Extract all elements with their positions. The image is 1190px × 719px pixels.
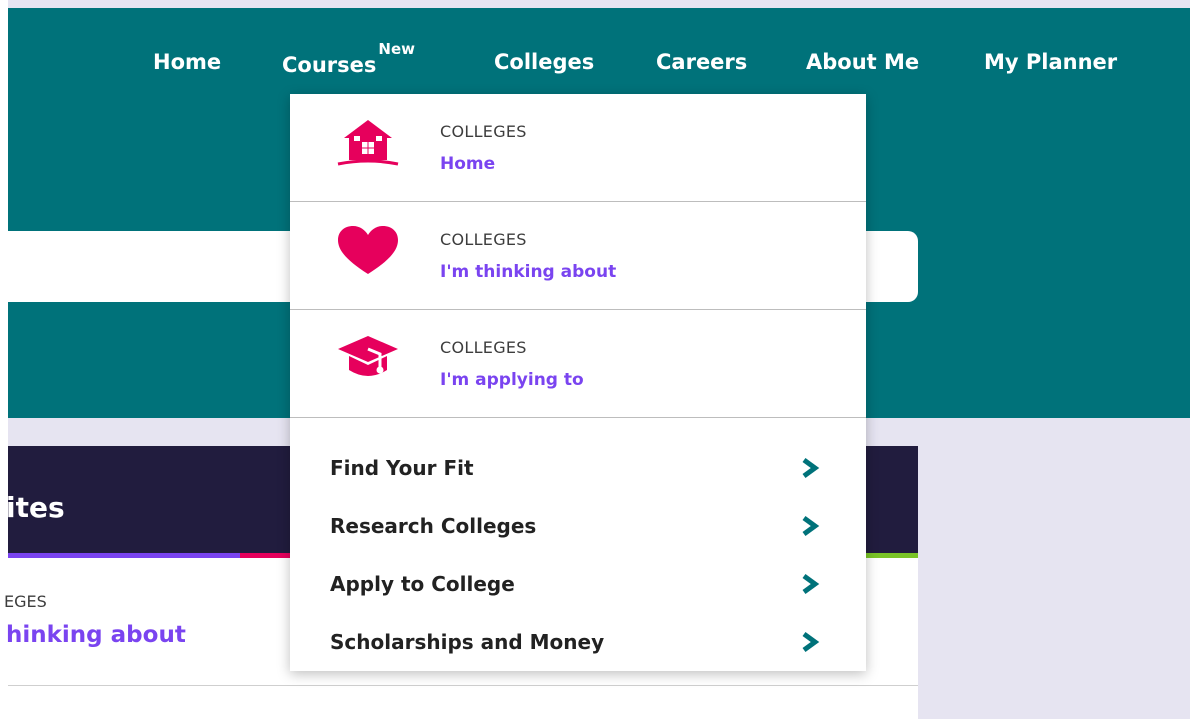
link-label: Apply to College: [330, 572, 515, 596]
link-label: Research Colleges: [330, 514, 537, 538]
favorites-thinking-about-link[interactable]: hinking about: [6, 622, 186, 648]
chevron-right-icon: [802, 515, 820, 537]
chevron-right-icon: [802, 631, 820, 653]
stripe-purple: [8, 553, 240, 558]
new-badge: New: [378, 40, 415, 58]
dropdown-item-category: COLLEGES: [440, 122, 527, 141]
nav-colleges-label: Colleges: [494, 50, 595, 74]
link-scholarships-and-money[interactable]: Scholarships and Money: [330, 621, 830, 661]
dropdown-item-colleges-home[interactable]: COLLEGES Home: [290, 94, 866, 202]
stripe-green: [860, 553, 918, 558]
dropdown-item-label: I'm applying to: [440, 370, 584, 390]
chevron-right-icon: [802, 457, 820, 479]
link-find-your-fit[interactable]: Find Your Fit: [330, 447, 830, 487]
link-label: Find Your Fit: [330, 456, 474, 480]
left-margin: [0, 0, 8, 719]
nav-home[interactable]: Home: [153, 50, 221, 74]
nav-courses[interactable]: CoursesNew: [282, 40, 415, 77]
link-research-colleges[interactable]: Research Colleges: [330, 505, 830, 545]
dropdown-item-category: COLLEGES: [440, 230, 527, 249]
house-icon: [337, 120, 399, 166]
favorites-category: EGES: [4, 592, 47, 611]
link-apply-to-college[interactable]: Apply to College: [330, 563, 830, 603]
dropdown-item-category: COLLEGES: [440, 338, 527, 357]
graduation-cap-icon: [338, 336, 398, 376]
favorites-divider: [8, 685, 918, 686]
dropdown-item-label: I'm thinking about: [440, 262, 617, 282]
dropdown-item-thinking-about[interactable]: COLLEGES I'm thinking about: [290, 202, 866, 310]
nav-my-planner[interactable]: My Planner: [984, 50, 1117, 74]
nav-colleges[interactable]: Colleges: [494, 50, 594, 74]
nav-my-planner-label: My Planner: [984, 50, 1118, 74]
colleges-dropdown-menu: COLLEGES Home COLLEGES I'm thinking abou…: [290, 94, 866, 671]
nav-courses-label: Courses: [282, 53, 377, 77]
dropdown-item-applying-to[interactable]: COLLEGES I'm applying to: [290, 310, 866, 418]
nav-about-me-label: About Me: [806, 50, 920, 74]
nav-home-label: Home: [153, 50, 222, 74]
chevron-right-icon: [802, 573, 820, 595]
nav-careers-label: Careers: [656, 50, 748, 74]
heart-icon: [338, 226, 398, 274]
favorites-title: ites: [6, 491, 65, 524]
main-nav: Home CoursesNew Colleges Careers About M…: [0, 40, 1190, 80]
nav-about-me[interactable]: About Me: [806, 50, 919, 74]
nav-careers[interactable]: Careers: [656, 50, 747, 74]
link-label: Scholarships and Money: [330, 630, 605, 654]
dropdown-item-label: Home: [440, 154, 496, 174]
